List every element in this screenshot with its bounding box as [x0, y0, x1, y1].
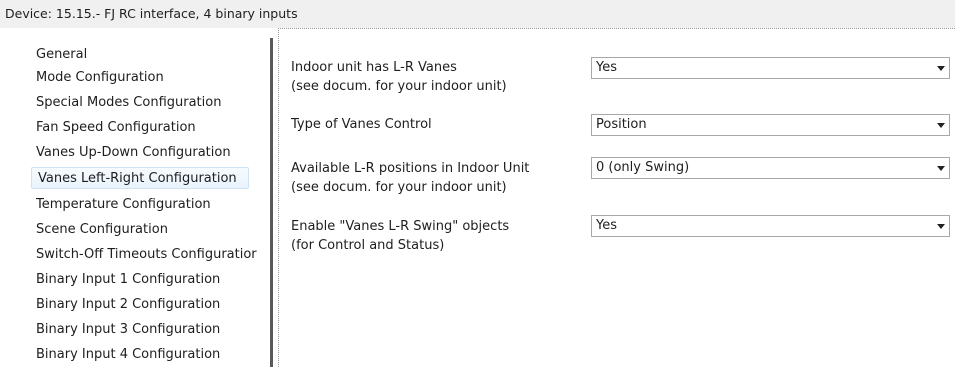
param-label-enable-vanes-lr-swing: Enable "Vanes L-R Swing" objects (for Co…	[291, 217, 509, 255]
sidebar-item-fan-speed-configuration[interactable]: Fan Speed Configuration	[36, 117, 196, 139]
sidebar-item-binary-input-1-configuration[interactable]: Binary Input 1 Configuration	[36, 269, 220, 291]
param-label-line1: Enable "Vanes L-R Swing" objects	[291, 219, 510, 234]
param-label-line1: Indoor unit has L-R Vanes	[291, 60, 457, 75]
chevron-down-icon	[937, 66, 945, 71]
param-label-line2: (see docum. for your indoor unit)	[291, 180, 507, 195]
sidebar-item-scene-configuration[interactable]: Scene Configuration	[36, 219, 168, 241]
dropdown-available-lr-positions[interactable]: 0 (only Swing)	[591, 157, 950, 179]
dropdown-value: Yes	[596, 218, 617, 233]
chevron-down-icon	[937, 166, 945, 171]
dropdown-value: Position	[596, 117, 647, 132]
panel-splitter[interactable]	[270, 38, 273, 367]
param-label-type-of-vanes-control: Type of Vanes Control	[291, 115, 432, 134]
sidebar-item-binary-input-3-configuration[interactable]: Binary Input 3 Configuration	[36, 319, 220, 341]
param-label-available-lr-positions: Available L-R positions in Indoor Unit (…	[291, 159, 529, 197]
param-label-indoor-unit-lr-vanes: Indoor unit has L-R Vanes (see docum. fo…	[291, 58, 507, 96]
sidebar: General Mode Configuration Special Modes…	[0, 28, 270, 367]
device-header: Device: 15.15.- FJ RC interface, 4 binar…	[0, 0, 955, 28]
sidebar-item-vanes-left-right-configuration[interactable]: Vanes Left-Right Configuration	[31, 167, 249, 189]
dropdown-indoor-unit-lr-vanes[interactable]: Yes	[591, 57, 950, 79]
sidebar-item-vanes-up-down-configuration[interactable]: Vanes Up-Down Configuration	[36, 142, 231, 164]
param-label-line1: Available L-R positions in Indoor Unit	[291, 161, 530, 176]
dropdown-enable-vanes-lr-swing[interactable]: Yes	[591, 215, 950, 237]
device-title: Device: 15.15.- FJ RC interface, 4 binar…	[5, 6, 298, 21]
param-label-line1: Type of Vanes Control	[291, 117, 432, 132]
sidebar-item-switch-off-timeouts-configuration[interactable]: Switch-Off Timeouts Configuratior	[36, 244, 257, 266]
param-label-line2: (for Control and Status)	[291, 238, 445, 253]
sidebar-item-binary-input-2-configuration[interactable]: Binary Input 2 Configuration	[36, 294, 220, 316]
sidebar-item-mode-configuration[interactable]: Mode Configuration	[36, 67, 164, 89]
panel-border-left	[278, 28, 279, 367]
dropdown-type-of-vanes-control[interactable]: Position	[591, 114, 950, 136]
chevron-down-icon	[937, 123, 945, 128]
dropdown-value: Yes	[596, 60, 617, 75]
dropdown-value: 0 (only Swing)	[596, 160, 690, 175]
sidebar-item-special-modes-configuration[interactable]: Special Modes Configuration	[36, 92, 221, 114]
chevron-down-icon	[937, 224, 945, 229]
sidebar-item-general[interactable]: General	[36, 44, 87, 66]
param-label-line2: (see docum. for your indoor unit)	[291, 79, 507, 94]
sidebar-item-temperature-configuration[interactable]: Temperature Configuration	[36, 194, 211, 216]
sidebar-item-binary-input-4-configuration[interactable]: Binary Input 4 Configuration	[36, 344, 220, 366]
panel-border-top	[278, 28, 955, 29]
